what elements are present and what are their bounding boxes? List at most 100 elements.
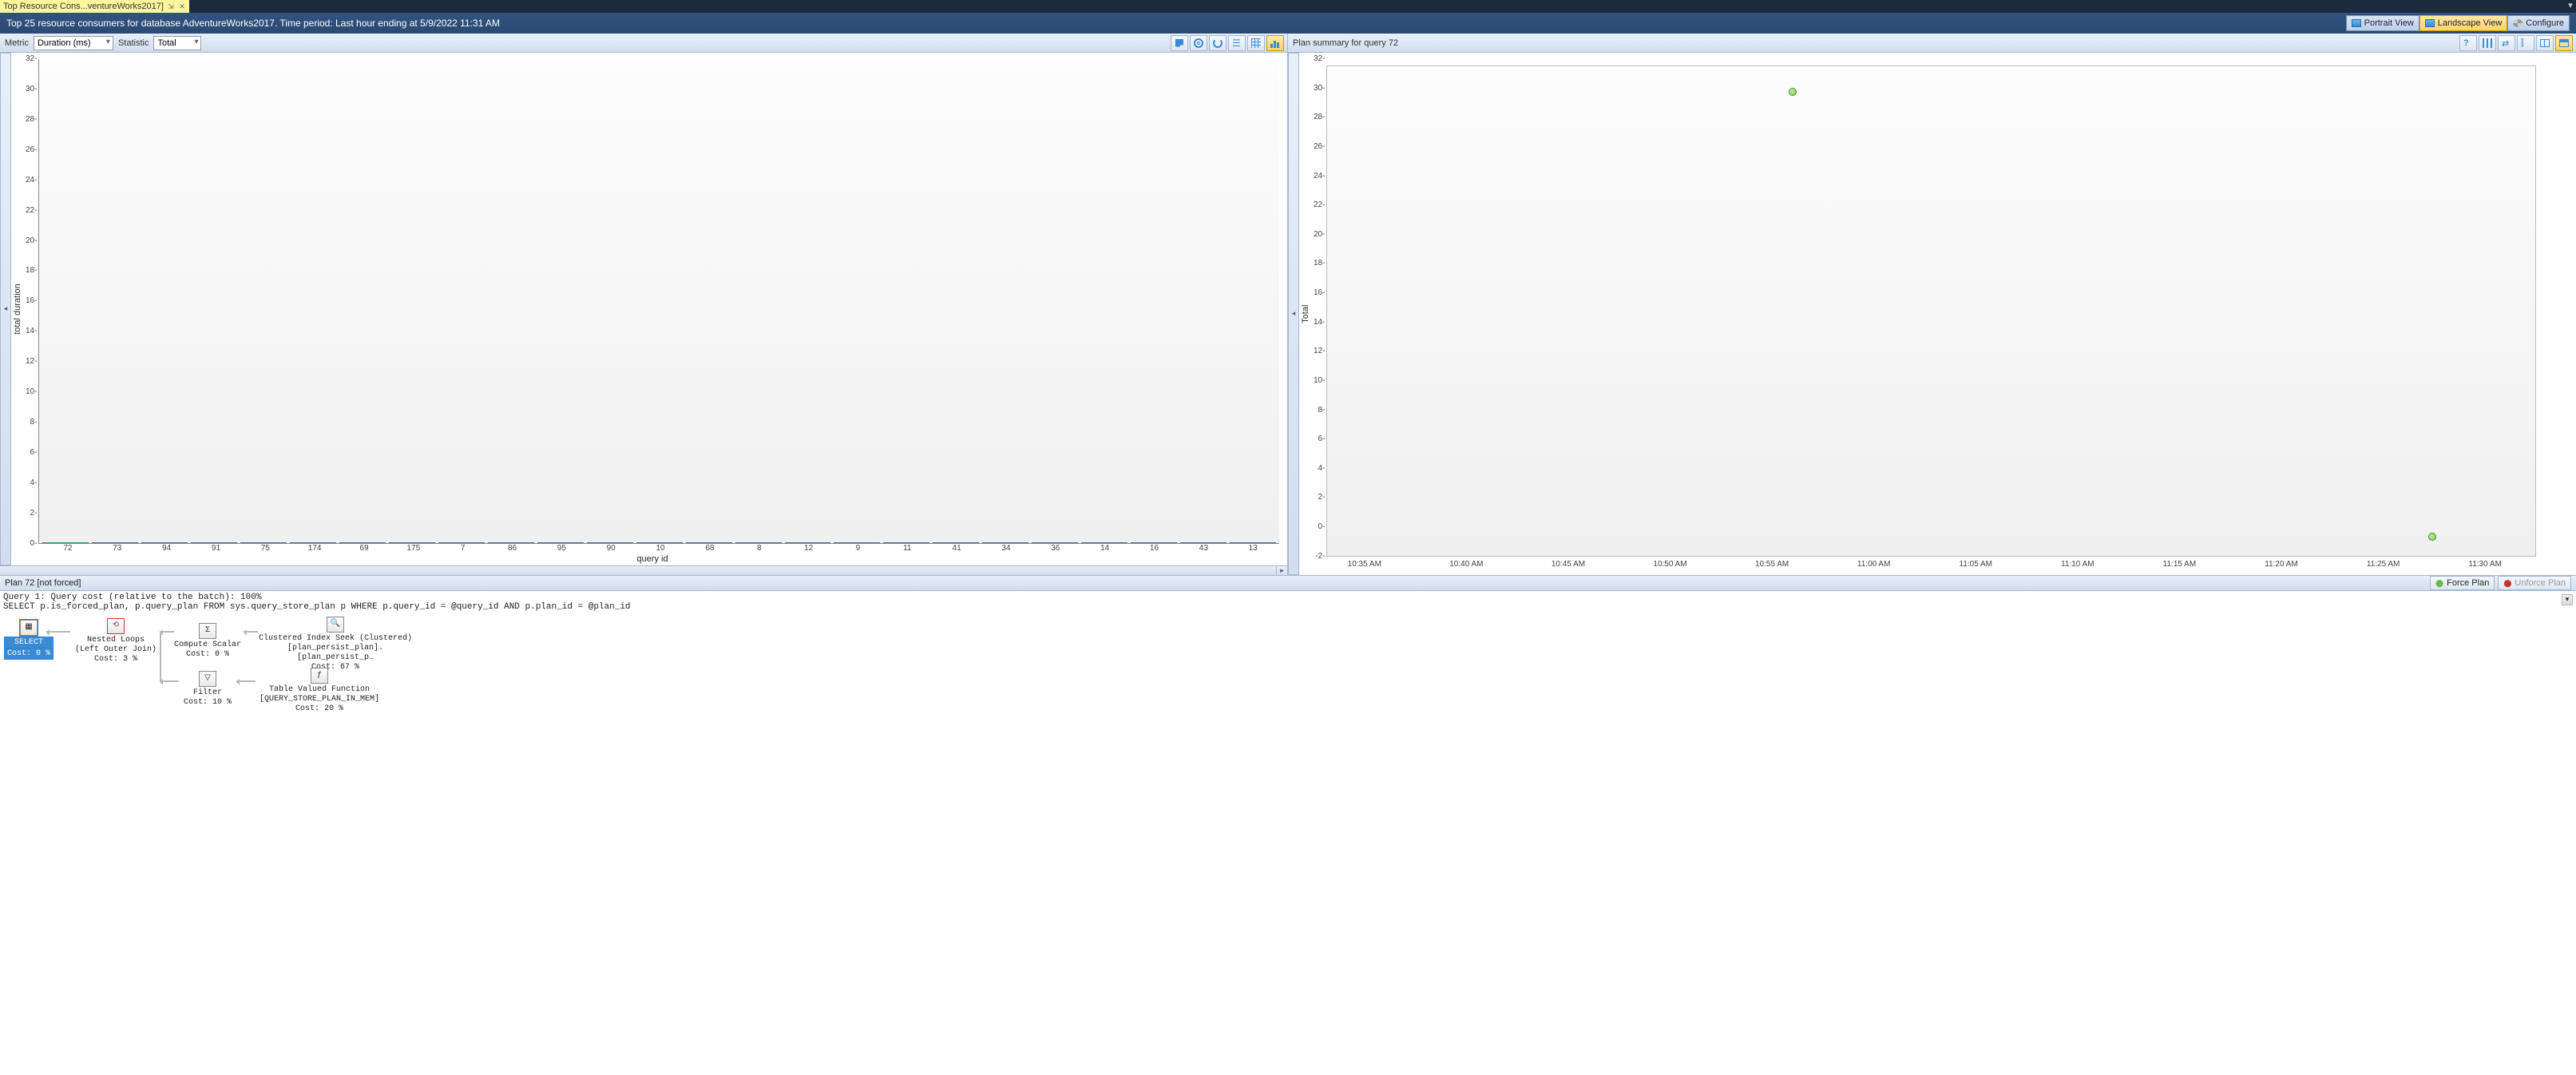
scatter-x-ticks: 10:35 AM10:40 AM10:45 AM10:50 AM10:55 AM…: [1314, 560, 2536, 569]
bar-9[interactable]: [834, 542, 880, 543]
metric-select[interactable]: [34, 36, 113, 50]
bar-7[interactable]: [438, 542, 485, 543]
details-button[interactable]: [2555, 35, 2573, 51]
panes-icon: [2540, 39, 2550, 47]
bar-chart-icon: [1270, 38, 1280, 48]
pin-icon[interactable]: ⇲: [167, 2, 175, 10]
right-scroll-left-button[interactable]: ◂: [1288, 53, 1299, 575]
configure-button[interactable]: Configure: [2507, 15, 2570, 31]
table-icon: ▦: [20, 620, 38, 636]
statistic-select[interactable]: [153, 36, 201, 50]
scroll-left-button[interactable]: ◂: [0, 53, 11, 565]
bar-73[interactable]: [92, 542, 138, 543]
list-view-button[interactable]: [1228, 35, 1246, 51]
bar-68[interactable]: [686, 542, 732, 543]
node-compute-scalar[interactable]: Σ Compute Scalar Cost: 0 %: [172, 623, 244, 660]
bar-12[interactable]: [785, 542, 831, 543]
bar-72[interactable]: [42, 542, 89, 543]
details-icon: [2559, 39, 2569, 47]
bar-36[interactable]: [1032, 542, 1078, 543]
nested-loops-cost: Cost: 3 %: [72, 655, 160, 664]
bar-95[interactable]: [537, 542, 584, 543]
portrait-view-button[interactable]: Portrait View: [2346, 15, 2419, 31]
arrow: [236, 680, 256, 682]
tab-overflow-icon[interactable]: ▾: [2565, 0, 2576, 13]
tree-button[interactable]: [2479, 35, 2496, 51]
force-plan-button[interactable]: Force Plan: [2430, 576, 2495, 590]
compute-scalar-cost: Cost: 0 %: [172, 650, 244, 660]
grid-icon: [1251, 38, 1261, 48]
y-ticks: 32-30-28-26-24-22-20-18-16-14-12-10-8-6-…: [26, 59, 38, 544]
plan-title: Plan 72 [not forced]: [5, 578, 81, 588]
node-filter[interactable]: ▽ Filter Cost: 10 %: [180, 671, 236, 708]
analysis-button[interactable]: [2517, 35, 2534, 51]
bar-14[interactable]: [1081, 542, 1127, 543]
sql-scroll-down-button[interactable]: ▾: [2562, 594, 2573, 605]
scatter-point[interactable]: [2428, 533, 2436, 541]
bar-94[interactable]: [141, 542, 188, 543]
filter-cost: Cost: 10 %: [180, 698, 236, 708]
bar-86[interactable]: [488, 542, 534, 543]
arrow: [160, 680, 179, 682]
metric-label: Metric: [5, 38, 29, 48]
bar-43[interactable]: [1180, 542, 1227, 543]
bar-91[interactable]: [191, 542, 237, 543]
select-label: SELECT: [5, 637, 53, 648]
gear-icon: [2513, 19, 2522, 27]
statistic-label: Statistic: [118, 38, 149, 48]
bar-175[interactable]: [389, 542, 435, 543]
plan-band: Plan 72 [not forced] Force Plan Unforce …: [0, 575, 2576, 591]
refresh-button[interactable]: [1171, 35, 1188, 51]
document-tab[interactable]: Top Resource Cons...ventureWorks2017] ⇲ …: [0, 0, 189, 13]
tab-strip: Top Resource Cons...ventureWorks2017] ⇲ …: [0, 0, 2576, 13]
scatter-y-ticks: 32-30-28-26-24-22-20-18-16-14-12-10-8-6-…: [1314, 59, 1326, 557]
bar-8[interactable]: [735, 542, 782, 543]
execution-plan[interactable]: ▦ SELECT Cost: 0 % ⟲ Nested Loops (Left …: [0, 613, 2576, 1075]
bar-41[interactable]: [933, 542, 979, 543]
bar-69[interactable]: [339, 542, 386, 543]
right-pane: Plan summary for query 72 ◂ Total 32-: [1288, 34, 2576, 575]
index-seek-icon: 🔍: [327, 617, 344, 633]
analysis-icon: [2521, 38, 2530, 48]
bar-10[interactable]: [636, 542, 683, 543]
scatter-plot-area: [1326, 65, 2536, 557]
unforce-icon: [2503, 578, 2511, 588]
scatter-point[interactable]: [1789, 88, 1797, 96]
copy-icon: [1175, 39, 1183, 47]
filter-line1: Filter: [180, 688, 236, 698]
node-select[interactable]: ▦ SELECT Cost: 0 %: [5, 620, 53, 660]
landscape-view-button[interactable]: Landscape View: [2419, 15, 2508, 31]
bar-34[interactable]: [982, 542, 1028, 543]
grid-view-button[interactable]: [1247, 35, 1265, 51]
compute-scalar-line1: Compute Scalar: [172, 641, 244, 650]
bar-chart[interactable]: total duration 32-30-28-26-24-22-20-18-1…: [11, 53, 1287, 565]
unforce-plan-button[interactable]: Unforce Plan: [2498, 576, 2571, 590]
panes-button[interactable]: [2536, 35, 2554, 51]
left-toolbar: Metric Statistic: [0, 34, 1287, 53]
unforce-label: Unforce Plan: [2515, 578, 2566, 588]
y-axis-label: total duration: [11, 53, 24, 565]
auto-refresh-button[interactable]: [1190, 35, 1207, 51]
force-icon: [2435, 578, 2443, 588]
bar-13[interactable]: [1230, 542, 1276, 543]
bar-16[interactable]: [1131, 542, 1177, 543]
node-cix-seek[interactable]: 🔍 Clustered Index Seek (Clustered) [plan…: [256, 617, 415, 672]
node-nested-loops[interactable]: ⟲ Nested Loops (Left Outer Join) Cost: 3…: [72, 618, 160, 664]
chart-view-button[interactable]: [1266, 35, 1284, 51]
horizontal-scroll-strip: ▸: [0, 565, 1287, 575]
tvf-icon: ƒ: [311, 668, 328, 684]
tree-icon: [2483, 38, 2492, 48]
bar-174[interactable]: [290, 542, 336, 543]
help-button[interactable]: [2459, 35, 2477, 51]
bar-11[interactable]: [883, 542, 929, 543]
bar-75[interactable]: [240, 542, 287, 543]
track-query-button[interactable]: [1209, 35, 1227, 51]
filter-icon: ▽: [199, 671, 216, 687]
close-icon[interactable]: ✕: [178, 2, 186, 10]
compute-scalar-icon: Σ: [199, 623, 216, 639]
scatter-chart[interactable]: Total 32-30-28-26-24-22-20-18-16-14-12-1…: [1299, 53, 2576, 575]
node-tvf[interactable]: ƒ Table Valued Function [QUERY_STORE_PLA…: [256, 668, 383, 714]
compare-button[interactable]: [2498, 35, 2515, 51]
bar-90[interactable]: [587, 542, 633, 543]
list-icon: [1232, 38, 1242, 48]
